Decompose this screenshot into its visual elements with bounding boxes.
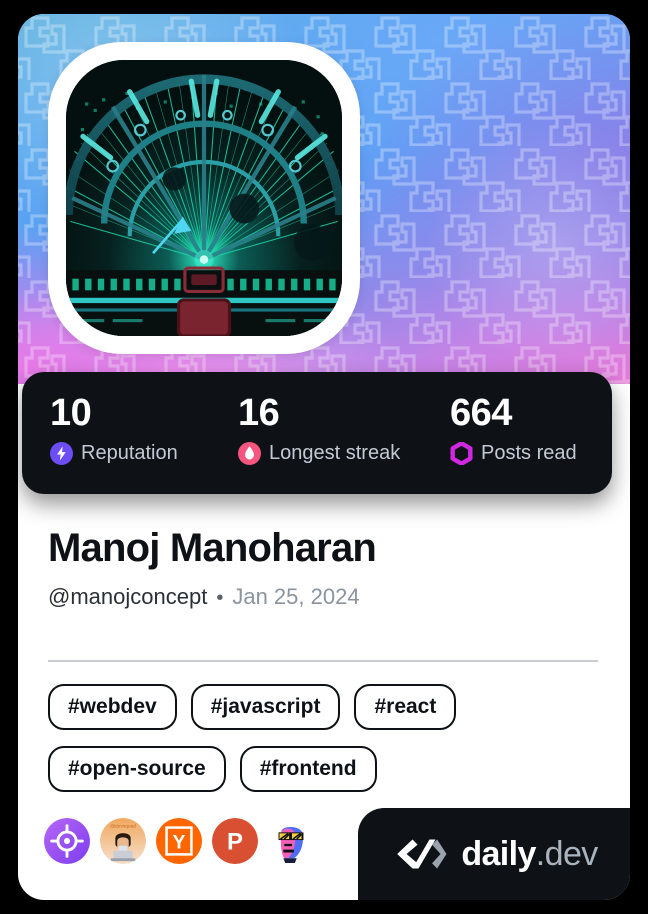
tag-list: #webdev #javascript #react #open-source … — [48, 684, 604, 792]
tag-item[interactable]: #open-source — [48, 746, 226, 792]
stat-longest-streak: 16 Longest streak — [210, 392, 422, 494]
stats-bar: 10 Reputation 16 Longest streak 664 Post… — [22, 372, 612, 494]
user-handle: @manojconcept — [48, 584, 208, 609]
stat-label: Longest streak — [269, 441, 401, 464]
full-name: Manoj Manoharan — [48, 526, 377, 570]
identity-block: Manoj Manoharan @manojconcept • Jan 25, … — [48, 526, 608, 610]
section-divider — [48, 660, 598, 662]
joined-date: Jan 25, 2024 — [232, 584, 360, 609]
stat-label: Reputation — [81, 441, 178, 464]
brand-name-primary: daily — [461, 834, 536, 873]
stat-posts-read: 664 Posts read — [422, 392, 612, 494]
daily-dev-logo-icon — [394, 837, 448, 871]
flame-icon — [238, 441, 261, 465]
cover-banner — [18, 14, 630, 384]
stat-reputation: 10 Reputation — [22, 392, 210, 494]
stat-value: 664 — [450, 392, 512, 434]
stat-label: Posts read — [481, 441, 577, 464]
pixel-face-badge-icon[interactable] — [268, 818, 314, 864]
tag-item[interactable]: #frontend — [239, 746, 377, 792]
avatar-frame — [48, 42, 360, 354]
svg-text:P: P — [227, 829, 243, 856]
bolt-icon — [50, 441, 73, 465]
tag-item[interactable]: #webdev — [48, 684, 177, 730]
ring-icon — [450, 441, 473, 465]
svg-text:@devsquad: @devsquad — [110, 824, 136, 830]
badge-list: @devsquad Y P — [44, 818, 314, 864]
separator-dot: • — [216, 587, 224, 609]
producthunt-badge-icon[interactable]: P — [212, 818, 258, 864]
stat-value: 16 — [238, 392, 280, 434]
devcard[interactable]: 10 Reputation 16 Longest streak 664 Post… — [18, 14, 630, 900]
brand-name-secondary: .dev — [535, 834, 598, 873]
tag-item[interactable]: #javascript — [190, 684, 341, 730]
svg-text:Y: Y — [173, 833, 186, 854]
brand-footer: daily.dev — [358, 808, 630, 900]
target-badge-icon[interactable] — [44, 818, 90, 864]
handle-row: @manojconcept • Jan 25, 2024 — [48, 584, 608, 610]
hackernews-badge-icon[interactable]: Y — [156, 818, 202, 864]
avatar — [66, 60, 342, 336]
stat-value: 10 — [50, 392, 92, 434]
tag-item[interactable]: #react — [354, 684, 457, 730]
avatar-badge-icon[interactable]: @devsquad — [100, 818, 146, 864]
brand-wordmark: daily.dev — [461, 834, 598, 874]
